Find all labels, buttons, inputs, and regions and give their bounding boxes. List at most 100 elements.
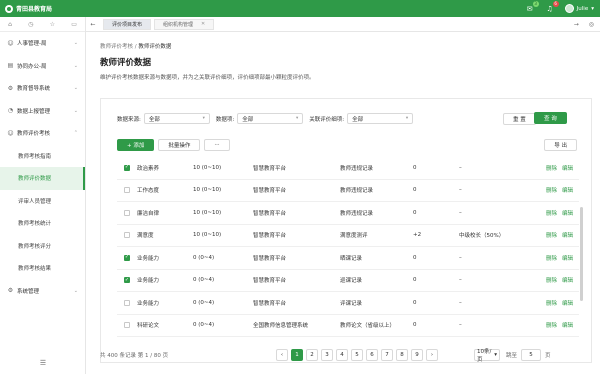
menu-collapse-icon[interactable]: ☰	[0, 359, 86, 367]
prev-page-button[interactable]: ‹	[276, 349, 288, 361]
sidebar-item-supervision[interactable]: ⚙ 教育督导系统 ⌄	[0, 77, 85, 100]
checkbox[interactable]	[124, 277, 130, 284]
edit-link[interactable]: 编辑	[562, 231, 573, 239]
page-button[interactable]: 8	[396, 349, 408, 361]
chevron-down-icon: ▾	[591, 5, 594, 12]
row-actions: 删除 编辑	[537, 299, 579, 307]
sidebar-sub-results[interactable]: 教师考核结果	[0, 257, 85, 280]
jump-suffix: 页	[545, 353, 551, 359]
page-button[interactable]: 9	[411, 349, 423, 361]
delete-link[interactable]: 删除	[546, 299, 557, 307]
edit-link[interactable]: 编辑	[562, 209, 573, 217]
bell-badge: 6	[552, 0, 559, 7]
page-button[interactable]: 4	[336, 349, 348, 361]
row-checkbox	[117, 322, 137, 329]
edit-link[interactable]: 编辑	[562, 164, 573, 172]
export-button[interactable]: 导 出	[544, 139, 577, 151]
reset-button[interactable]: 重 置	[503, 113, 536, 125]
chevron-down-icon: ⌄	[73, 62, 78, 69]
star-icon[interactable]: ☆	[50, 21, 55, 28]
cell-note: –	[459, 322, 462, 329]
sidebar-item-report[interactable]: ◔ 数据上报管理 ⌄	[0, 100, 85, 123]
person-icon: ☺	[7, 129, 14, 137]
cell-basis: 满意度测评	[340, 233, 368, 240]
table-scrollbar[interactable]	[580, 207, 583, 301]
delete-link[interactable]: 删除	[546, 209, 557, 217]
delete-link[interactable]: 删除	[546, 231, 557, 239]
sidebar-item-office[interactable]: ▤ 协同办公-局 ⌄	[0, 55, 85, 78]
circle-check-icon[interactable]: ◎	[589, 21, 594, 28]
window-icon[interactable]: ▭	[71, 21, 77, 28]
sidebar-sub-guide[interactable]: 教师考核指南	[0, 145, 85, 168]
tab-org-management[interactable]: 组织机构管理 ✕	[154, 18, 215, 30]
sidebar-item-system[interactable]: ⚙ 系统管理 ⌄	[0, 280, 85, 303]
sidebar-sub-data[interactable]: 教师评价数据	[0, 167, 85, 190]
delete-link[interactable]: 删除	[546, 276, 557, 284]
batch-button[interactable]: 批量操作	[158, 139, 201, 151]
arrow-left-icon[interactable]: ←	[86, 21, 100, 28]
delete-link[interactable]: 删除	[546, 164, 557, 172]
document-icon: ▤	[7, 62, 14, 70]
jump-input[interactable]: 5	[521, 349, 542, 361]
row-actions: 删除 编辑	[537, 231, 579, 239]
home-icon[interactable]: ⌂	[8, 21, 12, 28]
arrow-right-icon[interactable]: →	[574, 21, 579, 28]
checkbox[interactable]	[124, 187, 130, 194]
delete-link[interactable]: 删除	[546, 321, 557, 329]
cell-name: 业务能力	[137, 278, 160, 285]
page-button[interactable]: 2	[306, 349, 318, 361]
message-icon[interactable]: ✉ 3	[525, 0, 539, 14]
cell-weight: 10 (0~10)	[193, 209, 222, 216]
sidebar-sub-stats[interactable]: 教师考核统计	[0, 212, 85, 235]
source-select[interactable]: 全部 ▾	[143, 113, 210, 124]
table-row: 业务能力 0 (0~4) 智慧教育平台 评课记录 0 – 删除 编辑	[117, 292, 579, 315]
related-select[interactable]: 全部 ▾	[347, 113, 414, 124]
jump-label: 跳至	[506, 353, 518, 359]
page-button[interactable]: 6	[366, 349, 378, 361]
page-button[interactable]: 7	[381, 349, 393, 361]
cell-score: 0	[413, 322, 417, 329]
breadcrumb-parent[interactable]: 教师评价考核	[100, 44, 133, 50]
checkbox[interactable]	[124, 254, 130, 261]
bell-icon[interactable]: ♫ 6	[545, 0, 559, 14]
tab-project-publish[interactable]: 评价项目发布	[103, 18, 152, 30]
clock-icon[interactable]: ◷	[28, 21, 33, 28]
edit-link[interactable]: 编辑	[562, 299, 573, 307]
chevron-down-icon: ▾	[494, 352, 497, 358]
delete-link[interactable]: 删除	[546, 254, 557, 262]
table-row: 满意度 10 (0~10) 智慧教育平台 满意度测评 +2 中级校长（50%） 删除 编辑	[117, 225, 579, 247]
checkbox[interactable]	[124, 164, 130, 171]
sidebar-item-label: 系统管理	[17, 288, 40, 295]
edit-link[interactable]: 编辑	[562, 276, 573, 284]
app-logo[interactable]: 青田县教育局	[0, 4, 52, 13]
row-checkbox	[117, 299, 137, 306]
checkbox[interactable]	[124, 209, 130, 216]
delete-link[interactable]: 删除	[546, 186, 557, 194]
page-button[interactable]: 5	[351, 349, 363, 361]
checkbox[interactable]	[124, 299, 130, 306]
page-size-value: 10条/页	[477, 349, 492, 363]
page-size-select[interactable]: 10条/页 ▾	[474, 349, 500, 363]
page-button[interactable]: 1	[291, 349, 303, 361]
more-button[interactable]: ···	[204, 139, 230, 151]
item-select[interactable]: 全部 ▾	[237, 113, 304, 124]
sidebar-sub-reviewers[interactable]: 评审人员管理	[0, 190, 85, 213]
add-button[interactable]: + 添加	[117, 139, 155, 151]
page-button[interactable]: 3	[321, 349, 333, 361]
search-button[interactable]: 查 询	[534, 112, 567, 124]
sidebar-sub-scoring[interactable]: 教师考核评分	[0, 235, 85, 258]
next-page-button[interactable]: ›	[426, 349, 438, 361]
chevron-down-icon: ⌄	[73, 107, 78, 114]
user-menu[interactable]: Julie ▾	[564, 4, 594, 13]
pagination: 共 400 条记录 第 1 / 80 页 ‹ 1 2 3 4 5 6 7 8 9 › 10条/页 ▾ …	[100, 348, 592, 363]
checkbox[interactable]	[124, 232, 130, 239]
edit-link[interactable]: 编辑	[562, 254, 573, 262]
cell-source: 智慧教育平台	[253, 165, 287, 172]
sidebar-item-evaluation[interactable]: ☺ 教师评价考核 ⌃	[0, 122, 85, 145]
sidebar-item-hr[interactable]: ☺ 人事管理-局 ⌄	[0, 32, 85, 55]
edit-link[interactable]: 编辑	[562, 186, 573, 194]
row-actions: 删除 编辑	[537, 209, 579, 217]
close-icon[interactable]: ✕	[201, 21, 205, 27]
checkbox[interactable]	[124, 322, 130, 329]
edit-link[interactable]: 编辑	[562, 321, 573, 329]
